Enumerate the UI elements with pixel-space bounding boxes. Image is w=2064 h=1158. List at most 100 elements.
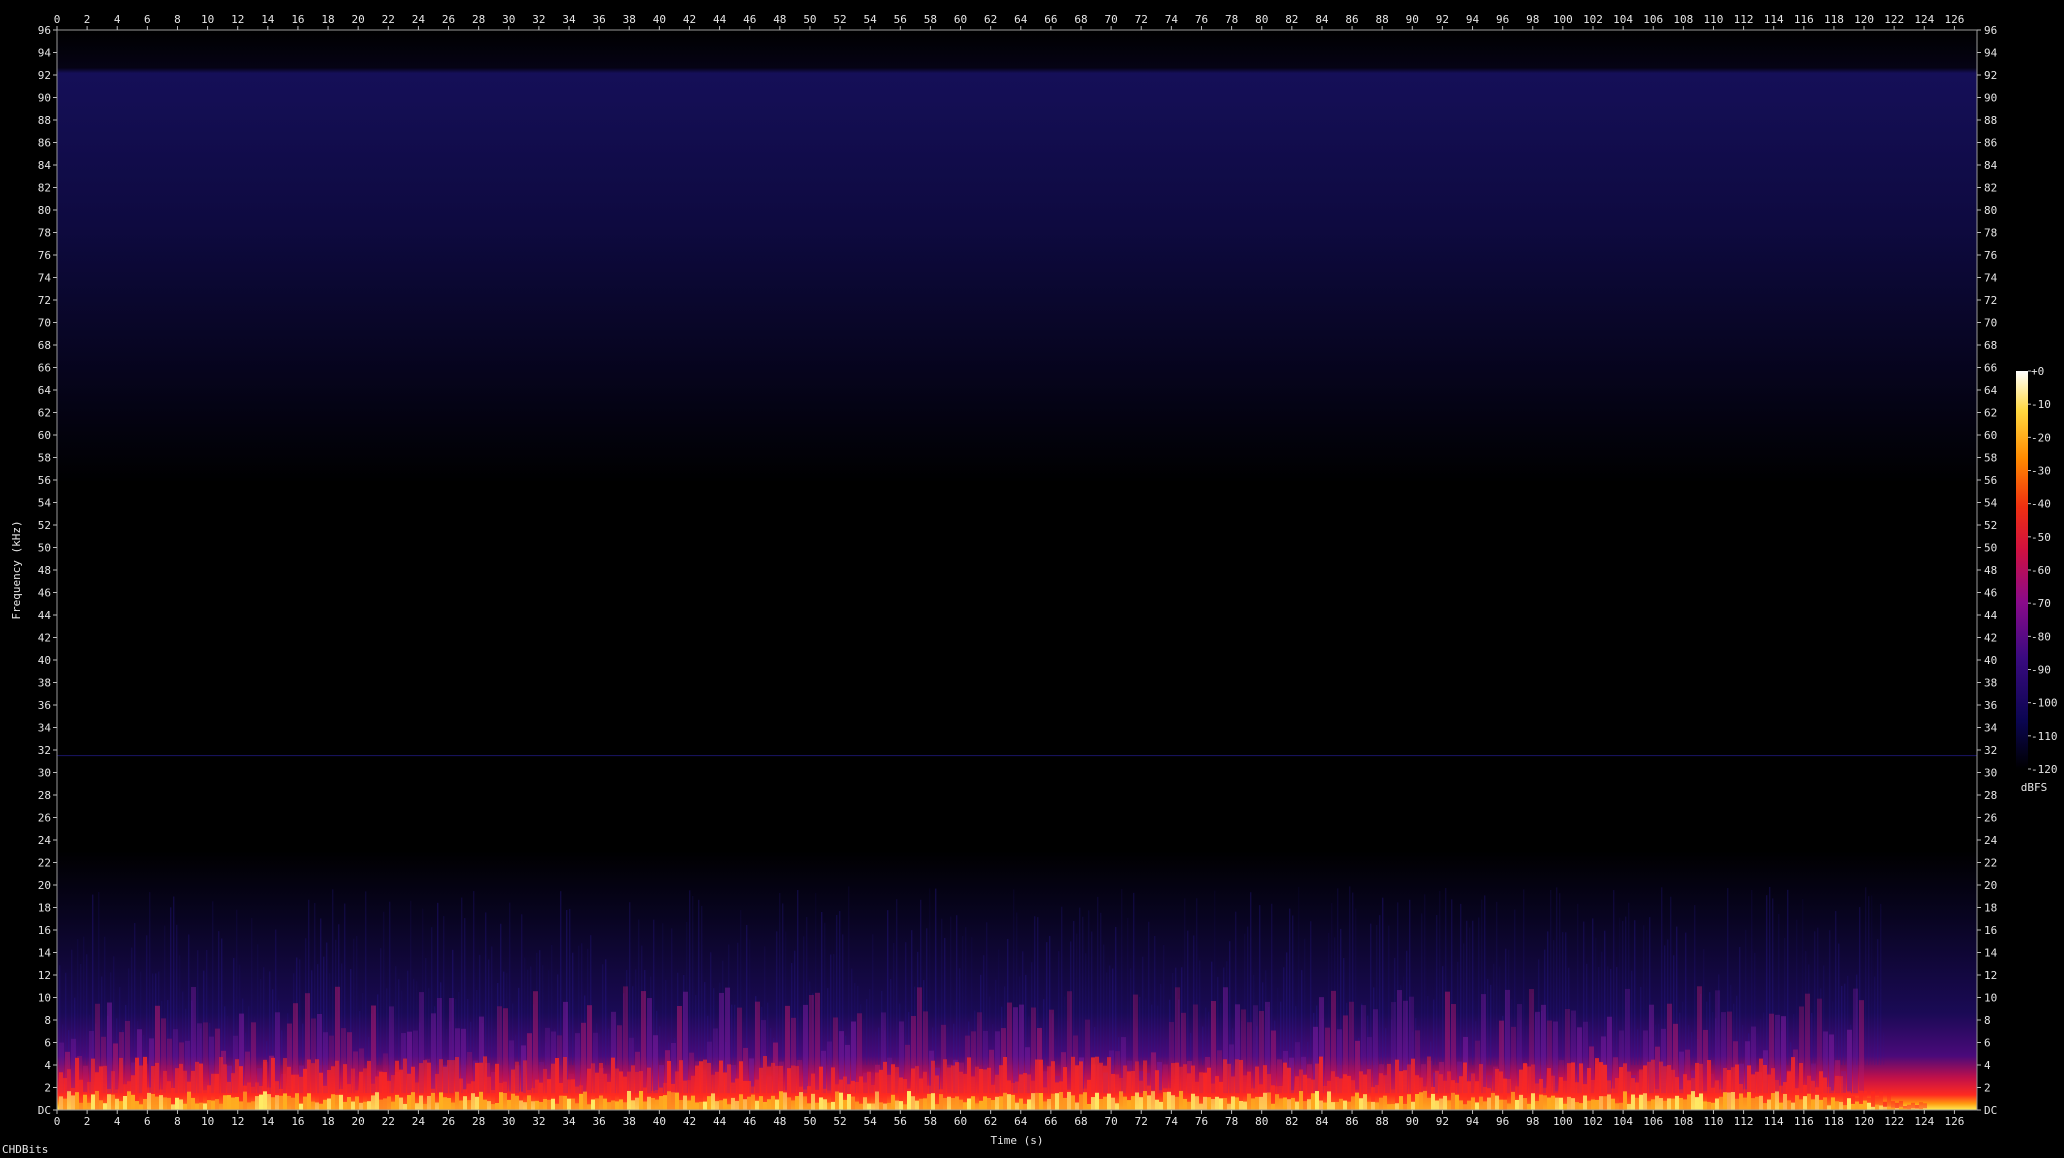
x-tick-label-top: 14 — [261, 13, 275, 26]
energy-fundamental — [555, 1103, 559, 1110]
x-tick-label-top: 62 — [984, 13, 997, 26]
energy-fundamental — [711, 1093, 715, 1110]
energy-streak — [1838, 943, 1840, 1065]
energy-low-band — [451, 1060, 455, 1110]
energy-streak — [1292, 915, 1294, 1065]
energy-streak — [1142, 956, 1144, 1065]
energy-fundamental — [731, 1097, 735, 1110]
energy-fundamental — [1743, 1097, 1747, 1110]
x-tick-label-top: 34 — [562, 13, 576, 26]
energy-fundamental — [1647, 1101, 1651, 1110]
energy-streak — [1154, 935, 1156, 1065]
y-tick-label-right: DC — [1984, 1104, 1997, 1117]
energy-burst — [1451, 1004, 1456, 1094]
energy-streak — [1127, 917, 1129, 1065]
energy-fundamental — [463, 1096, 467, 1110]
energy-fundamental — [995, 1096, 999, 1110]
energy-fundamental — [383, 1098, 387, 1110]
energy-streak — [797, 890, 799, 1065]
energy-fundamental — [1583, 1095, 1587, 1110]
energy-fundamental — [1167, 1091, 1171, 1110]
energy-fundamental — [1103, 1096, 1107, 1110]
y-tick-label-right: 2 — [1984, 1082, 1991, 1095]
x-tick-label-bottom: 78 — [1225, 1115, 1238, 1128]
energy-streak — [935, 888, 937, 1065]
x-tick-label-bottom: 96 — [1496, 1115, 1509, 1128]
energy-streak — [365, 891, 367, 1065]
energy-fundamental — [299, 1103, 303, 1110]
x-tick-label-bottom: 48 — [773, 1115, 786, 1128]
colorbar-unit-label: dBFS — [2021, 781, 2048, 794]
x-tick-label-top: 72 — [1135, 13, 1148, 26]
energy-fundamental — [907, 1091, 911, 1110]
y-tick-label-left: 26 — [38, 812, 51, 825]
energy-streak — [1301, 970, 1303, 1065]
y-tick-label-left: 44 — [38, 609, 52, 622]
energy-streak — [770, 1027, 772, 1065]
energy-fundamental — [1075, 1102, 1079, 1110]
energy-fundamental — [631, 1100, 635, 1110]
energy-fundamental — [1823, 1097, 1827, 1110]
energy-streak — [704, 982, 706, 1065]
energy-streak — [1283, 967, 1285, 1065]
energy-fundamental — [1275, 1094, 1279, 1110]
energy-fundamental — [1311, 1093, 1315, 1110]
energy-fundamental — [367, 1101, 371, 1110]
energy-fundamental — [495, 1103, 499, 1110]
energy-fundamental — [575, 1103, 579, 1110]
colorbar-tick-label: -40 — [2031, 498, 2051, 511]
x-tick-label-top: 12 — [231, 13, 244, 26]
energy-streak — [869, 988, 871, 1065]
y-tick-label-left: 10 — [38, 992, 51, 1005]
energy-fundamental — [459, 1100, 463, 1110]
energy-fundamental — [363, 1101, 367, 1110]
energy-streak — [1760, 1018, 1762, 1065]
energy-fundamental — [275, 1095, 279, 1110]
energy-fundamental — [1323, 1102, 1327, 1110]
energy-streak — [848, 886, 850, 1065]
x-tick-label-top: 58 — [924, 13, 937, 26]
y-tick-label-right: 80 — [1984, 204, 1997, 217]
y-tick-label-left: 30 — [38, 767, 51, 780]
energy-fundamental — [875, 1091, 879, 1110]
energy-fundamental — [99, 1100, 103, 1110]
y-tick-label-right: 20 — [1984, 879, 1997, 892]
energy-streak — [1187, 930, 1189, 1065]
colorbar-tick-label: -10 — [2031, 398, 2051, 411]
energy-fundamental — [1599, 1096, 1603, 1110]
energy-low-band — [1579, 1063, 1583, 1110]
y-tick-label-left: 78 — [38, 227, 51, 240]
energy-fundamental — [563, 1095, 567, 1110]
energy-streak — [1841, 985, 1843, 1065]
y-tick-label-left: 64 — [38, 384, 52, 397]
energy-fundamental — [415, 1103, 419, 1110]
energy-streak — [1286, 952, 1288, 1065]
y-tick-label-left: 4 — [44, 1059, 51, 1072]
x-tick-label-top: 116 — [1794, 13, 1814, 26]
x-tick-label-bottom: 68 — [1074, 1115, 1087, 1128]
x-tick-label-bottom: 38 — [623, 1115, 636, 1128]
energy-streak — [494, 1028, 496, 1065]
energy-fundamental — [587, 1104, 591, 1110]
energy-streak — [1148, 921, 1150, 1065]
energy-low-band — [1527, 1066, 1531, 1110]
energy-fundamental — [279, 1095, 283, 1110]
energy-low-band — [1463, 1062, 1467, 1110]
x-tick-label-top: 90 — [1406, 13, 1419, 26]
energy-streak — [1097, 896, 1099, 1065]
energy-fundamental — [1491, 1092, 1495, 1110]
energy-streak — [1523, 889, 1525, 1065]
y-tick-label-right: 78 — [1984, 227, 1997, 240]
energy-fundamental — [111, 1094, 115, 1110]
energy-fundamental — [1407, 1094, 1411, 1110]
energy-fundamental — [815, 1102, 819, 1110]
x-tick-label-top: 42 — [683, 13, 696, 26]
energy-fundamental — [1299, 1091, 1303, 1110]
energy-fundamental — [1471, 1097, 1475, 1110]
energy-streak — [749, 939, 751, 1065]
energy-fundamental — [1467, 1100, 1471, 1110]
energy-streak — [878, 1027, 880, 1065]
energy-fundamental — [1663, 1100, 1667, 1110]
energy-fundamental — [511, 1093, 515, 1110]
energy-fundamental — [1759, 1095, 1763, 1110]
